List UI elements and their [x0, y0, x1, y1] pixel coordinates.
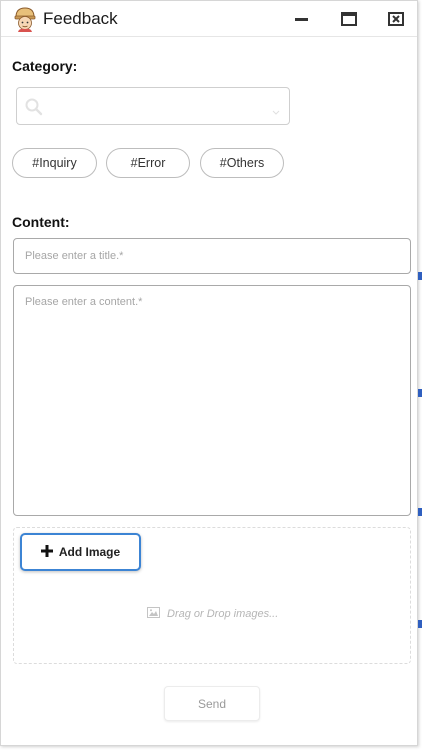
send-button[interactable]: Send	[164, 686, 260, 721]
content-textarea[interactable]	[13, 285, 411, 516]
category-search-input[interactable]	[51, 96, 271, 118]
title-input[interactable]	[13, 238, 411, 274]
add-image-label: Add Image	[58, 545, 121, 559]
drop-hint-text: Drag or Drop images...	[167, 608, 279, 620]
content-label: Content:	[12, 214, 70, 230]
background-window-edge	[418, 272, 422, 280]
background-window-edge	[418, 389, 422, 397]
add-image-button[interactable]: Add Image	[20, 533, 141, 571]
drop-hint: Drag or Drop images...	[147, 607, 278, 621]
image-icon	[147, 607, 160, 621]
maximize-icon[interactable]	[338, 9, 360, 29]
category-search-box[interactable]	[16, 87, 290, 125]
feedback-window: Feedback Category: #Inquiry #Error #Othe…	[0, 0, 418, 746]
background-window-edge	[418, 620, 422, 628]
minimize-icon[interactable]	[291, 9, 313, 29]
window-title: Feedback	[43, 9, 118, 28]
plus-icon	[40, 544, 53, 560]
engineer-avatar-icon	[13, 6, 37, 32]
tag-error[interactable]: #Error	[106, 148, 190, 178]
search-icon	[25, 98, 43, 121]
tag-others[interactable]: #Others	[200, 148, 284, 178]
tag-inquiry[interactable]: #Inquiry	[12, 148, 97, 178]
chevron-down-icon[interactable]	[272, 103, 280, 121]
background-window-edge	[418, 508, 422, 516]
title-bar[interactable]: Feedback	[1, 1, 417, 37]
close-icon[interactable]	[385, 9, 407, 29]
category-label: Category:	[12, 58, 78, 74]
